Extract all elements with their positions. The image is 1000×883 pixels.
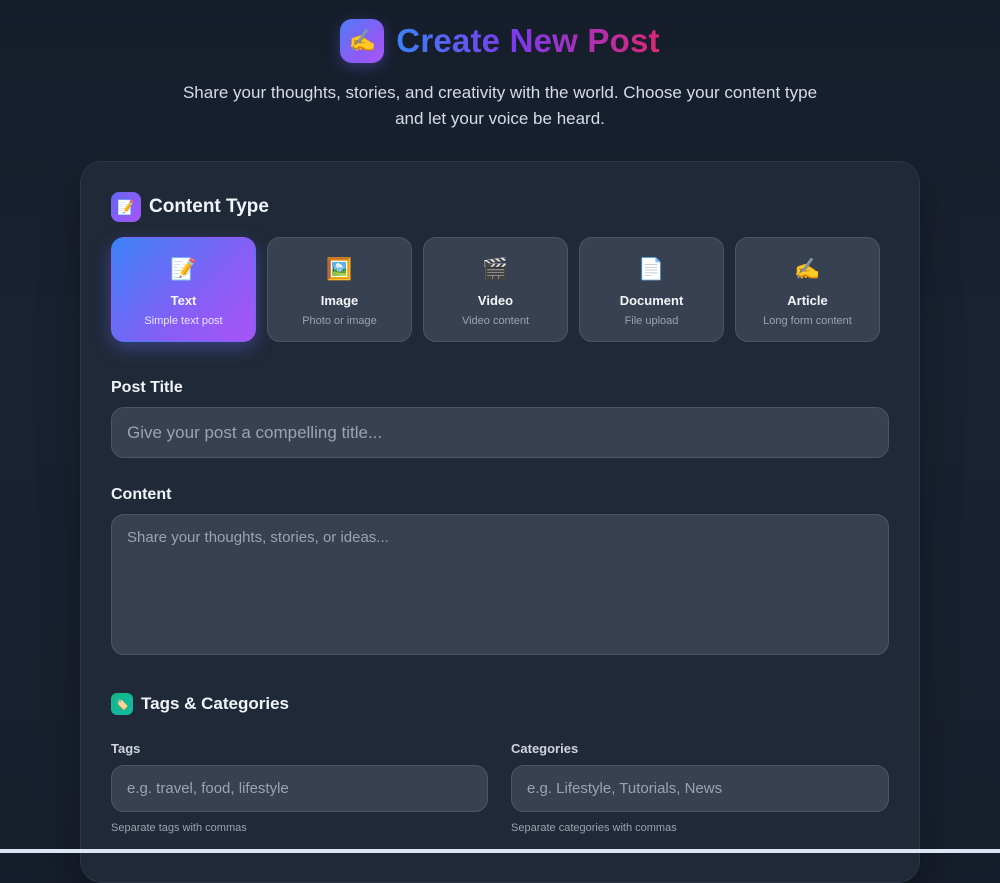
- content-type-video[interactable]: 🎬 Video Video content: [423, 237, 568, 342]
- categories-label: Categories: [511, 741, 579, 756]
- content-textarea[interactable]: [111, 514, 889, 655]
- page-header: ✍️ Create New Post Share your thoughts, …: [0, 18, 1000, 132]
- content-type-description: Photo or image: [302, 315, 377, 327]
- content-type-options: 📝 Text Simple text post 🖼️ Image Photo o…: [111, 237, 889, 342]
- post-title-label: Post Title: [111, 379, 183, 396]
- content-type-description: Simple text post: [144, 315, 223, 327]
- page-title: Create New Post: [396, 22, 660, 59]
- content-type-title: Content Type: [149, 196, 269, 217]
- categories-input[interactable]: [511, 765, 889, 812]
- content-type-text[interactable]: 📝 Text Simple text post: [111, 237, 256, 342]
- page-subtitle: Share your thoughts, stories, and creati…: [182, 83, 818, 128]
- content-type-label: Document: [619, 293, 684, 308]
- clapper-board-icon: 🎬: [482, 258, 509, 281]
- memo-icon: 📝: [111, 192, 141, 222]
- content-type-description: Video content: [461, 315, 530, 327]
- tags-input[interactable]: [111, 765, 488, 812]
- content-type-article[interactable]: ✍️ Article Long form content: [735, 237, 880, 342]
- content-type-description: Long form content: [763, 315, 852, 327]
- page-icon: 📄: [638, 258, 665, 281]
- content-type-document[interactable]: 📄 Document File upload: [579, 237, 724, 342]
- content-type-heading: 📝 Content Type: [111, 192, 269, 222]
- content-type-image[interactable]: 🖼️ Image Photo or image: [267, 237, 412, 342]
- tags-categories-heading: 🏷️ Tags & Categories: [111, 693, 289, 715]
- post-title-input[interactable]: [111, 407, 889, 458]
- label-tag-icon: 🏷️: [111, 693, 133, 715]
- tags-categories-title: Tags & Categories: [141, 694, 290, 713]
- writing-hand-icon: ✍️: [340, 19, 385, 63]
- create-post-form: 📝 Content Type 📝 Text Simple text post 🖼…: [80, 161, 920, 883]
- framed-picture-icon: 🖼️: [326, 258, 353, 281]
- content-label: Content: [111, 486, 172, 503]
- content-type-description: File upload: [624, 315, 679, 327]
- categories-hint: Separate categories with commas: [511, 822, 677, 834]
- tags-hint: Separate tags with commas: [111, 822, 247, 834]
- content-type-label: Article: [787, 293, 828, 308]
- memo-icon: 📝: [170, 258, 197, 281]
- content-type-label: Text: [170, 293, 197, 308]
- content-type-label: Image: [320, 293, 359, 308]
- content-type-label: Video: [477, 293, 514, 308]
- title-row: ✍️ Create New Post: [0, 18, 1000, 64]
- writing-hand-icon: ✍️: [794, 258, 821, 281]
- tags-label: Tags: [111, 741, 141, 756]
- viewport-bottom-edge: [0, 849, 1000, 853]
